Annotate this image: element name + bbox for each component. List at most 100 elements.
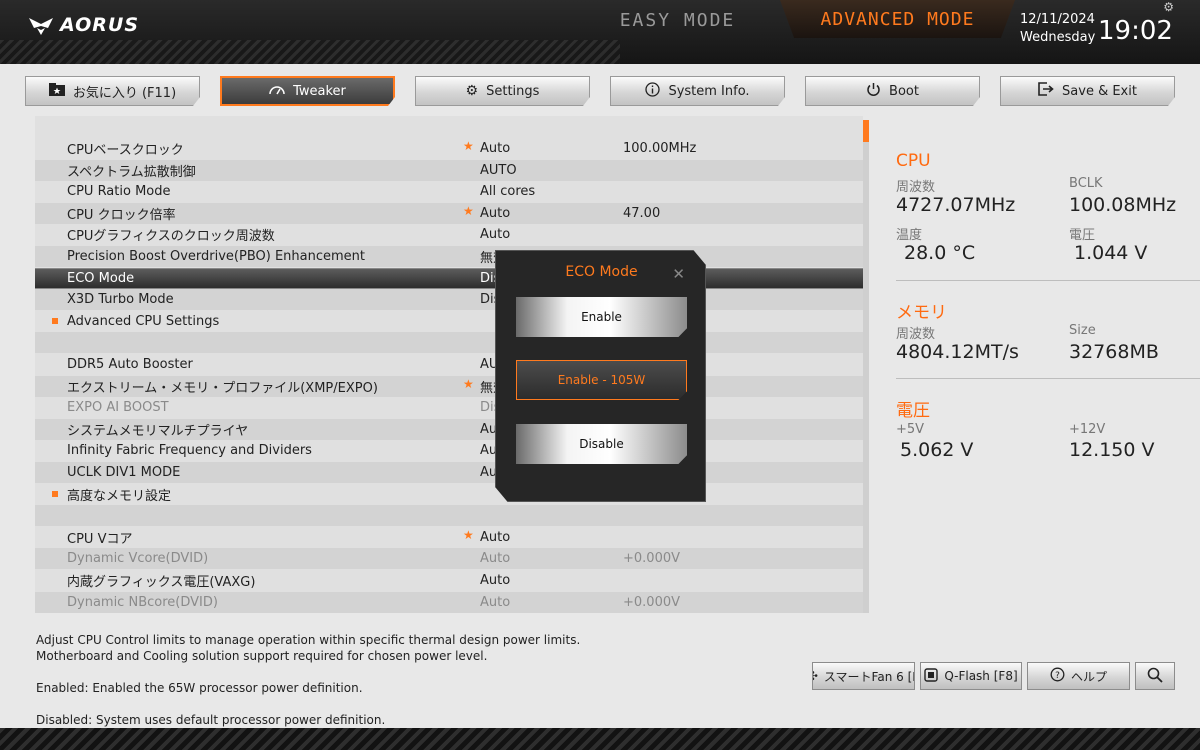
tab-favorites[interactable]: お気に入り (F11) (25, 76, 200, 106)
list-scrollbar[interactable] (863, 120, 869, 613)
easy-mode-tab[interactable]: EASY MODE (590, 0, 765, 40)
svg-text:?: ? (1055, 671, 1060, 681)
option-enable[interactable]: Enable (516, 297, 687, 337)
option-disable[interactable]: Disable (516, 424, 687, 464)
header-bar: AORUS EASY MODE ADVANCED MODE 12/11/2024… (0, 0, 1200, 64)
help-button[interactable]: ? ヘルプ (1027, 662, 1130, 690)
setting-row[interactable]: Dynamic Vcore(DVID) Auto +0.000V (35, 548, 863, 570)
tab-save-exit[interactable]: Save & Exit (1000, 76, 1175, 106)
setting-row[interactable]: エクストリーム・メモリ・プロファイル(XMP/EXPO) ★ 無効 (35, 375, 863, 397)
spacer-row (35, 505, 863, 527)
time-text: 19:02 (1098, 16, 1173, 46)
setting-row[interactable]: UCLK DIV1 MODEAuto (35, 462, 863, 483)
setting-label: UCLK DIV1 MODE (67, 465, 181, 480)
setting-value: Auto (480, 594, 511, 610)
setting-label: CPU Ratio Mode (67, 184, 171, 200)
setting-current-value: +0.000V (623, 551, 681, 567)
setting-label: DDR5 Auto Booster (67, 357, 193, 372)
setting-row[interactable]: Dynamic NBcore(DVID) Auto +0.000V (35, 591, 863, 613)
star-icon: ★ (463, 203, 474, 218)
setting-label: Dynamic NBcore(DVID) (67, 594, 218, 610)
setting-row[interactable]: CPU Vコア ★ Auto (35, 527, 863, 548)
search-button[interactable] (1135, 662, 1175, 690)
setting-row[interactable]: システムメモリマルチプライヤAuto (35, 418, 863, 440)
setting-row[interactable]: CPUグラフィクスのクロック周波数 Auto (35, 224, 863, 245)
voltage-section-title: 電圧 (896, 401, 930, 421)
setting-row[interactable]: CPU クロック倍率 ★ Auto 47.00 (35, 202, 863, 224)
setting-label: Dynamic Vcore(DVID) (67, 551, 209, 567)
setting-row[interactable]: Infinity Fabric Frequency and DividersAu… (35, 440, 863, 461)
setting-row[interactable]: 高度なメモリ設定 (35, 484, 863, 505)
desc-line: Enabled: Enabled the 65W processor power… (36, 681, 363, 695)
setting-label: システムメモリマルチプライヤ (67, 423, 249, 439)
setting-label: Advanced CPU Settings (67, 313, 220, 329)
divider (896, 280, 1200, 281)
cpu-volt-label: 電圧 (1069, 228, 1096, 243)
qflash-button[interactable]: Q-Flash [F8] (920, 662, 1022, 690)
aorus-logo: AORUS (28, 14, 139, 36)
v12-value: 12.150 V (1069, 439, 1155, 461)
header-stripes (0, 40, 620, 64)
tab-boot[interactable]: Boot (805, 76, 980, 106)
option-enable-105w[interactable]: Enable - 105W (516, 360, 687, 400)
v5-label: +5V (896, 422, 925, 437)
desc-line: Disabled: System uses default processor … (36, 713, 386, 727)
setting-label: Infinity Fabric Frequency and Dividers (67, 443, 312, 459)
setting-row[interactable]: EXPO AI BOOSTDisabled (35, 397, 863, 418)
mem-freq-value: 4804.12MT/s (896, 341, 1019, 363)
setting-value: Auto (480, 573, 511, 588)
advanced-mode-tab[interactable]: ADVANCED MODE (780, 0, 1015, 38)
setting-value: Auto (480, 205, 511, 221)
submenu-marker-icon (52, 491, 58, 498)
cpu-freq-value: 4727.07MHz (896, 194, 1016, 216)
setting-row[interactable]: Advanced CPU Settings (35, 311, 863, 332)
desc-line: Motherboard and Cooling solution support… (36, 649, 488, 663)
star-folder-icon (48, 82, 65, 100)
setting-row[interactable]: Precision Boost Overdrive(PBO) Enhanceme… (35, 246, 863, 267)
mem-size-value: 32768MB (1069, 341, 1159, 363)
tab-label: System Info. (668, 83, 750, 99)
smart-fan-button[interactable]: ✣ スマートFan 6 [F (812, 662, 915, 690)
close-icon[interactable]: ✕ (672, 265, 685, 283)
setting-current-value: 47.00 (623, 205, 661, 221)
chip-icon (924, 667, 939, 685)
fan-icon: ✣ (813, 669, 818, 683)
tab-tweaker[interactable]: Tweaker (220, 76, 395, 106)
setting-label: 内蔵グラフィックス電圧(VAXG) (67, 575, 256, 590)
setting-row[interactable]: DDR5 Auto BoosterAUTO (35, 354, 863, 375)
star-icon: ★ (463, 139, 474, 153)
power-icon (866, 82, 881, 101)
setting-value: Auto (480, 141, 511, 156)
cpu-section-title: CPU (896, 151, 931, 171)
setting-row[interactable]: CPUベースクロック ★ Auto 100.00MHz (35, 138, 863, 159)
setting-row[interactable]: 内蔵グラフィックス電圧(VAXG) Auto (35, 570, 863, 591)
setting-label: 高度なメモリ設定 (67, 488, 172, 504)
setting-label: CPUベースクロック (67, 143, 184, 158)
star-icon: ★ (463, 527, 474, 542)
eagle-logo-icon (28, 14, 54, 36)
setting-row[interactable]: X3D Turbo ModeDisabled (35, 289, 863, 311)
setting-label: CPUグラフィクスのクロック周波数 (67, 229, 275, 245)
qflash-label: Q-Flash [F8] (944, 669, 1018, 683)
setting-label: スペクトラム拡散制御 (67, 164, 196, 180)
mem-size-label: Size (1069, 323, 1096, 338)
setting-value: AUTO (480, 162, 517, 178)
setting-row[interactable]: CPU Ratio Mode All cores (35, 181, 863, 202)
cpu-temp-label: 温度 (896, 228, 923, 243)
header-gear-icon[interactable]: ⚙ (1163, 0, 1174, 14)
setting-label: CPU Vコア (67, 531, 133, 547)
mem-freq-label: 周波数 (896, 327, 936, 342)
tab-system-info[interactable]: System Info. (610, 76, 785, 106)
setting-row[interactable]: スペクトラム拡散制御 AUTO (35, 159, 863, 181)
setting-label: EXPO AI BOOST (67, 400, 169, 416)
list-scrollbar-thumb[interactable] (863, 120, 869, 142)
cpu-temp-value: 28.0 °C (904, 242, 976, 264)
eco-mode-dialog: ECO Mode ✕ Enable Enable - 105W Disable (495, 250, 706, 502)
setting-row[interactable]: ECO ModeDisabled (35, 267, 863, 289)
footer-stripes (0, 728, 1200, 750)
tab-settings[interactable]: ⚙ Settings (415, 76, 590, 106)
setting-label: ECO Mode (67, 270, 135, 286)
setting-current-value: +0.000V (623, 594, 681, 610)
divider (896, 378, 1200, 379)
speedometer-icon (269, 83, 285, 99)
